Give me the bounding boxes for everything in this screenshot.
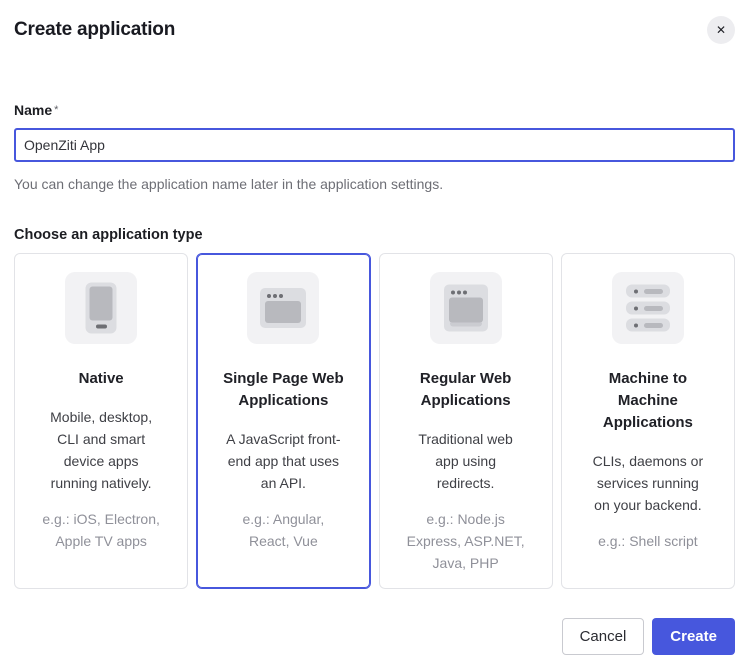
application-name-input[interactable]: [14, 128, 735, 162]
card-examples: e.g.: Node.js Express, ASP.NET, Java, PH…: [406, 508, 526, 574]
browser-window: [260, 288, 306, 328]
card-examples: e.g.: iOS, Electron, Apple TV apps: [41, 508, 161, 552]
web-server-icon: [430, 272, 502, 344]
phone-body: [86, 283, 117, 334]
card-title: Machine to Machine Applications: [584, 368, 712, 434]
card-description: CLIs, daemons or services running on you…: [588, 450, 708, 516]
server-stack: [626, 285, 670, 332]
application-type-cards: Native Mobile, desktop, CLI and smart de…: [14, 253, 735, 589]
server-stack-icon: [612, 272, 684, 344]
close-button[interactable]: ✕: [707, 16, 735, 44]
card-examples: e.g.: Angular, React, Vue: [223, 508, 343, 552]
required-marker: *: [54, 104, 58, 116]
card-machine-to-machine[interactable]: Machine to Machine Applications CLIs, da…: [561, 253, 735, 589]
card-title: Regular Web Applications: [402, 368, 530, 412]
card-description: A JavaScript front-end app that uses an …: [223, 428, 343, 494]
create-button[interactable]: Create: [652, 618, 735, 655]
name-label-text: Name: [14, 102, 52, 118]
card-description: Mobile, desktop, CLI and smart device ap…: [41, 406, 161, 494]
server-window: [444, 285, 488, 332]
card-native[interactable]: Native Mobile, desktop, CLI and smart de…: [14, 253, 188, 589]
card-title: Native: [37, 368, 165, 390]
name-helper-text: You can change the application name late…: [14, 175, 735, 193]
close-icon: ✕: [716, 24, 726, 36]
application-type-label: Choose an application type: [14, 226, 735, 244]
card-title: Single Page Web Applications: [219, 368, 347, 412]
create-application-dialog: Create application ✕ Name* You can chang…: [0, 0, 749, 670]
name-field-label: Name*: [14, 102, 735, 119]
card-description: Traditional web app using redirects.: [406, 428, 526, 494]
dialog-footer: Cancel Create: [0, 618, 749, 655]
phone-icon: [65, 272, 137, 344]
cancel-button[interactable]: Cancel: [562, 618, 645, 655]
card-single-page-web[interactable]: Single Page Web Applications A JavaScrip…: [196, 253, 370, 589]
dialog-header: Create application ✕: [0, 0, 749, 44]
card-examples: e.g.: Shell script: [588, 530, 708, 552]
dialog-title: Create application: [14, 16, 175, 41]
browser-window-icon: [247, 272, 319, 344]
card-regular-web[interactable]: Regular Web Applications Traditional web…: [379, 253, 553, 589]
